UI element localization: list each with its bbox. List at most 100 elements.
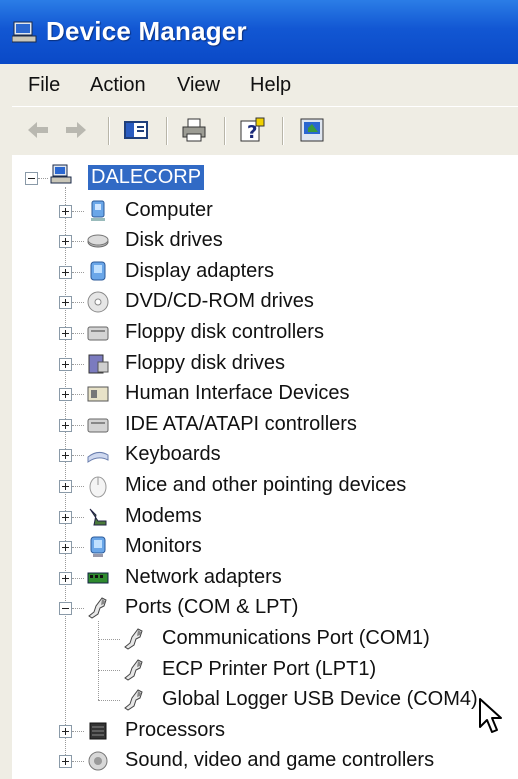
tree-item-label: Display adapters [125, 259, 274, 282]
expand-toggle[interactable] [59, 449, 72, 463]
tree-item-label: Computer [125, 198, 213, 221]
tree-category-network-adapter[interactable]: Network adapters [12, 563, 518, 593]
hid-icon [87, 386, 109, 402]
device-manager-app-icon [12, 21, 37, 43]
display-adapter-icon [90, 261, 106, 281]
tree-device-item[interactable]: Communications Port (COM1) [12, 624, 518, 654]
tree-category-display-adapter[interactable]: Display adapters [12, 257, 518, 287]
tree-device-item[interactable]: Global Logger USB Device (COM4) [12, 685, 518, 715]
show-hide-console-tree-icon[interactable] [122, 116, 150, 144]
expand-toggle[interactable] [59, 724, 72, 738]
expand-toggle[interactable] [59, 755, 72, 769]
help-icon[interactable]: ? [238, 116, 266, 144]
forward-icon[interactable] [62, 116, 90, 144]
device-manager-window: Device Manager File Action View Help ? D… [0, 0, 518, 779]
tree-category-floppy-controller[interactable]: Floppy disk controllers [12, 318, 518, 348]
expand-toggle[interactable] [59, 480, 72, 493]
computer-icon [91, 200, 105, 221]
tree-device-label: Communications Port (COM1) [162, 627, 430, 649]
tree-category-processor[interactable]: Processors [12, 716, 518, 746]
expand-toggle[interactable] [59, 296, 72, 310]
tree-category-port[interactable]: Ports (COM & LPT) [12, 593, 518, 623]
tree-item-label: Monitors [125, 535, 202, 558]
floppy-controller-icon [87, 326, 109, 341]
tree-connector [72, 424, 84, 426]
port-icon [124, 689, 143, 711]
tree-connector [72, 271, 84, 273]
tree-category-mouse[interactable]: Mice and other pointing devices [12, 471, 518, 501]
tree-connector [72, 730, 84, 732]
tree-connector [72, 516, 84, 518]
port-icon [124, 628, 143, 650]
tree-item-label: Floppy disk drives [125, 351, 286, 374]
toolbar-separator [166, 117, 168, 145]
root-computer-icon [50, 164, 72, 184]
tree-item-label: Ports (COM & LPT) [125, 596, 299, 619]
tree-item-label: Disk drives [125, 229, 223, 252]
expand-toggle[interactable] [59, 571, 72, 585]
tree-connector [72, 547, 84, 549]
monitor-icon [90, 536, 106, 558]
tree-connector [98, 700, 120, 702]
tree-item-label: Keyboards [125, 443, 221, 466]
tree-category-modem[interactable]: Modems [12, 502, 518, 532]
tree-item-label: Human Interface Devices [125, 382, 350, 405]
tree-category-dvd-drive[interactable]: DVD/CD-ROM drives [12, 287, 518, 317]
floppy-drive-icon [88, 354, 109, 374]
root-collapse-toggle[interactable] [25, 172, 38, 185]
ide-controller-icon [87, 418, 109, 433]
tree-device-item[interactable]: ECP Printer Port (LPT1) [12, 655, 518, 685]
tree-connector [98, 639, 120, 640]
menu-view[interactable]: View [177, 74, 220, 97]
title-bar[interactable]: Device Manager [0, 0, 518, 64]
menu-help[interactable]: Help [250, 74, 291, 97]
tree-category-ide-controller[interactable]: IDE ATA/ATAPI controllers [12, 410, 518, 440]
expand-toggle[interactable] [59, 388, 72, 402]
expand-toggle[interactable] [59, 235, 72, 249]
print-icon[interactable] [180, 116, 208, 144]
properties-icon[interactable] [298, 116, 326, 144]
tree-category-sound[interactable]: Sound, video and game controllers [12, 746, 518, 776]
expand-toggle[interactable] [59, 418, 72, 432]
port-icon [88, 597, 107, 619]
expand-toggle[interactable] [59, 204, 72, 218]
processor-icon [89, 722, 107, 740]
expand-toggle[interactable] [59, 357, 72, 371]
tree-connector [72, 210, 84, 212]
expand-toggle[interactable] [59, 541, 72, 555]
tree-connector [72, 455, 84, 457]
tree-category-hid[interactable]: Human Interface Devices [12, 379, 518, 409]
port-icon [124, 658, 143, 681]
tree-category-disk-drive[interactable]: Disk drives [12, 226, 518, 256]
collapse-toggle[interactable] [59, 602, 72, 616]
tree-connector [98, 621, 99, 701]
tree-item-label: Mice and other pointing devices [125, 474, 407, 496]
mouse-cursor-icon [479, 698, 502, 733]
sound-icon [88, 751, 108, 771]
tree-category-computer[interactable]: Computer [12, 196, 518, 226]
menu-file[interactable]: File [28, 74, 60, 97]
tree-category-floppy-drive[interactable]: Floppy disk drives [12, 349, 518, 379]
expand-toggle[interactable] [59, 510, 72, 524]
tree-connector [98, 669, 120, 671]
menu-action[interactable]: Action [90, 74, 146, 97]
tree-connector [72, 302, 84, 304]
toolbar: ? [12, 106, 518, 156]
tree-category-keyboard[interactable]: Keyboards [12, 440, 518, 470]
back-icon[interactable] [24, 116, 52, 144]
expand-toggle[interactable] [59, 327, 72, 340]
tree-connector [72, 363, 84, 365]
tree-category-monitor[interactable]: Monitors [12, 532, 518, 562]
tree-root-label[interactable]: DALECORP [88, 165, 205, 190]
expand-toggle[interactable] [59, 265, 72, 279]
device-tree: DALECORP Computer Disk drives Display adapt… [12, 155, 518, 779]
tree-connector [38, 178, 48, 179]
modem-icon [89, 508, 107, 526]
window-title: Device Manager [46, 16, 247, 46]
tree-device-label: ECP Printer Port (LPT1) [162, 657, 377, 680]
tree-item-label: DVD/CD-ROM drives [125, 290, 314, 313]
tree-item-label: Sound, video and game controllers [125, 749, 435, 772]
tree-device-label: Global Logger USB Device (COM4) [162, 688, 478, 711]
toolbar-separator [282, 117, 284, 145]
window-left-border [0, 64, 12, 779]
